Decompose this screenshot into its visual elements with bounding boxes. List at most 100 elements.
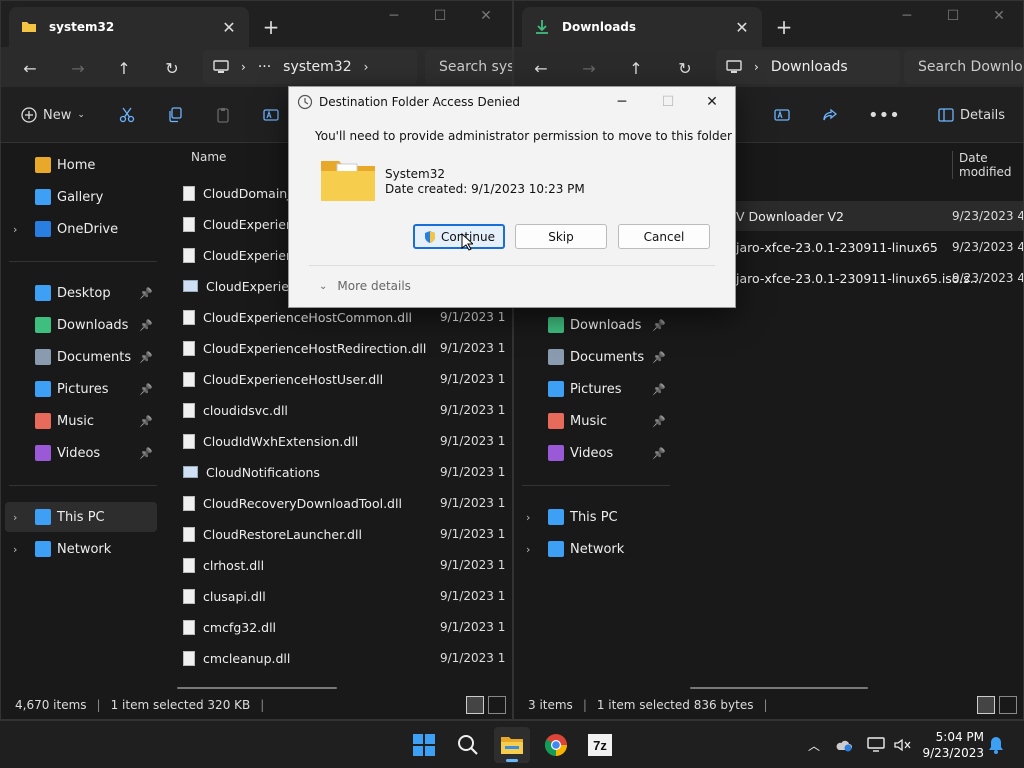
new-button[interactable]: New ⌄ bbox=[21, 101, 85, 129]
close-tab-icon[interactable]: ✕ bbox=[730, 15, 754, 39]
cut-button[interactable] bbox=[119, 101, 135, 129]
expand-chevron-icon[interactable]: › bbox=[13, 543, 17, 556]
search-input[interactable]: Search Downloads bbox=[904, 50, 1023, 84]
details-view-button[interactable] bbox=[466, 696, 484, 714]
minimize-button[interactable]: ─ bbox=[884, 5, 930, 27]
search-input[interactable]: Search system32 bbox=[425, 50, 512, 84]
details-pane-button[interactable]: Details bbox=[938, 101, 1005, 129]
column-header-date[interactable]: Date modified bbox=[952, 151, 1023, 179]
more-icon[interactable]: ··· bbox=[258, 59, 271, 75]
clock-date: 9/23/2023 bbox=[922, 746, 984, 760]
breadcrumb-item[interactable]: system32 bbox=[283, 59, 351, 75]
sidebar-item-downloads[interactable]: Downloads 📌 bbox=[518, 310, 670, 340]
file-row[interactable]: cmcleanup.dll 9/1/2023 1 bbox=[169, 643, 509, 673]
sidebar-item-onedrive[interactable]: › OneDrive bbox=[5, 214, 157, 244]
paste-button[interactable] bbox=[215, 101, 231, 129]
more-options-button[interactable]: ••• bbox=[868, 101, 900, 129]
sidebar-item-music[interactable]: Music 📌 bbox=[5, 406, 157, 436]
expand-chevron-icon[interactable]: › bbox=[526, 543, 530, 556]
sidebar-item-documents[interactable]: Documents 📌 bbox=[5, 342, 157, 372]
file-row[interactable]: CloudExperienceHostUser.dll 9/1/2023 1 bbox=[169, 364, 509, 394]
start-button[interactable] bbox=[406, 727, 442, 763]
up-button[interactable]: ↑ bbox=[109, 53, 139, 83]
sidebar-item-pictures[interactable]: Pictures 📌 bbox=[518, 374, 670, 404]
volume-muted-icon[interactable] bbox=[892, 735, 912, 755]
sidebar-item-videos[interactable]: Videos 📌 bbox=[5, 438, 157, 468]
file-row[interactable]: CloudNotifications 9/1/2023 1 bbox=[169, 457, 509, 487]
sidebar-item-this-pc[interactable]: › This PC bbox=[518, 502, 670, 532]
back-button[interactable]: ← bbox=[526, 53, 556, 83]
sidebar-item-desktop[interactable]: Desktop 📌 bbox=[5, 278, 157, 308]
notifications-bell-icon[interactable] bbox=[986, 735, 1006, 755]
details-view-button[interactable] bbox=[977, 696, 995, 714]
sidebar-item-this-pc[interactable]: › This PC bbox=[5, 502, 157, 532]
rename-button[interactable] bbox=[263, 101, 279, 129]
maximize-button[interactable]: ☐ bbox=[417, 5, 463, 27]
file-row[interactable]: cloudidsvc.dll 9/1/2023 1 bbox=[169, 395, 509, 425]
copy-button[interactable] bbox=[167, 101, 183, 129]
refresh-button[interactable]: ↻ bbox=[670, 53, 700, 83]
sidebar-item-network[interactable]: › Network bbox=[518, 534, 670, 564]
forward-button[interactable]: → bbox=[574, 53, 604, 83]
breadcrumb[interactable]: › ··· system32 › bbox=[203, 50, 417, 84]
show-hidden-icons-button[interactable]: ︿ bbox=[804, 735, 824, 755]
more-details-toggle[interactable]: ⌄ More details bbox=[319, 279, 411, 293]
share-button[interactable] bbox=[822, 101, 838, 129]
back-button[interactable]: ← bbox=[15, 53, 45, 83]
new-tab-button[interactable]: + bbox=[770, 13, 798, 41]
system-clock[interactable]: 5:04 PM 9/23/2023 bbox=[922, 729, 984, 761]
expand-chevron-icon[interactable]: › bbox=[13, 511, 17, 524]
file-row[interactable]: cmcfg32.dll 9/1/2023 1 bbox=[169, 612, 509, 642]
expand-chevron-icon[interactable]: › bbox=[13, 223, 17, 236]
dialog-maximize-button[interactable]: ☐ bbox=[645, 87, 691, 117]
forward-button[interactable]: → bbox=[63, 53, 93, 83]
network-tray-icon[interactable] bbox=[866, 735, 886, 755]
breadcrumb[interactable]: › Downloads bbox=[716, 50, 900, 84]
onedrive-tray-icon[interactable] bbox=[834, 735, 854, 755]
file-row[interactable]: CloudExperienceHostRedirection.dll 9/1/20… bbox=[169, 333, 509, 363]
sidebar-item-documents[interactable]: Documents 📌 bbox=[518, 342, 670, 372]
close-window-button[interactable]: ✕ bbox=[463, 5, 509, 27]
search-placeholder: Search Downloads bbox=[918, 59, 1023, 75]
column-header-name[interactable]: Name bbox=[191, 150, 226, 164]
sidebar-item-downloads[interactable]: Downloads 📌 bbox=[5, 310, 157, 340]
tab-downloads[interactable]: Downloads ✕ bbox=[522, 7, 762, 47]
sidebar-item-home[interactable]: Home bbox=[5, 150, 157, 180]
file-row[interactable]: CloudRestoreLauncher.dll 9/1/2023 1 bbox=[169, 519, 509, 549]
file-row[interactable]: CloudIdWxhExtension.dll 9/1/2023 1 bbox=[169, 426, 509, 456]
skip-button[interactable]: Skip bbox=[515, 224, 607, 249]
7zip-taskbar-button[interactable]: 7z bbox=[582, 727, 618, 763]
cancel-button[interactable]: Cancel bbox=[618, 224, 710, 249]
dll-file-icon bbox=[183, 557, 195, 573]
sidebar-item-videos[interactable]: Videos 📌 bbox=[518, 438, 670, 468]
sidebar-item-gallery[interactable]: Gallery bbox=[5, 182, 157, 212]
file-row[interactable]: clrhost.dll 9/1/2023 1 bbox=[169, 550, 509, 580]
dialog-minimize-button[interactable]: ─ bbox=[599, 87, 645, 117]
refresh-button[interactable]: ↻ bbox=[157, 53, 187, 83]
breadcrumb-item[interactable]: Downloads bbox=[771, 59, 848, 75]
minimize-button[interactable]: ─ bbox=[371, 5, 417, 27]
file-row[interactable]: CloudRecoveryDownloadTool.dll 9/1/2023 1 bbox=[169, 488, 509, 518]
close-tab-icon[interactable]: ✕ bbox=[217, 15, 241, 39]
sidebar-item-pictures[interactable]: Pictures 📌 bbox=[5, 374, 157, 404]
up-button[interactable]: ↑ bbox=[621, 53, 651, 83]
horizontal-scrollbar[interactable] bbox=[690, 687, 868, 689]
continue-button[interactable]: Continue bbox=[413, 224, 505, 249]
expand-chevron-icon[interactable]: › bbox=[526, 511, 530, 524]
tiles-view-button[interactable] bbox=[999, 696, 1017, 714]
search-button[interactable] bbox=[450, 727, 486, 763]
horizontal-scrollbar[interactable] bbox=[177, 687, 337, 689]
sidebar-item-music[interactable]: Music 📌 bbox=[518, 406, 670, 436]
close-window-button[interactable]: ✕ bbox=[976, 5, 1022, 27]
selection-info: 1 item selected 836 bytes bbox=[596, 698, 754, 712]
new-tab-button[interactable]: + bbox=[257, 13, 285, 41]
sidebar-item-network[interactable]: › Network bbox=[5, 534, 157, 564]
dialog-close-button[interactable]: ✕ bbox=[689, 87, 735, 117]
file-row[interactable]: clusapi.dll 9/1/2023 1 bbox=[169, 581, 509, 611]
chrome-taskbar-button[interactable] bbox=[538, 727, 574, 763]
file-explorer-taskbar-button[interactable] bbox=[494, 727, 530, 763]
rename-button[interactable] bbox=[774, 101, 790, 129]
maximize-button[interactable]: ☐ bbox=[930, 5, 976, 27]
tiles-view-button[interactable] bbox=[488, 696, 506, 714]
tab-system32[interactable]: system32 ✕ bbox=[9, 7, 249, 47]
